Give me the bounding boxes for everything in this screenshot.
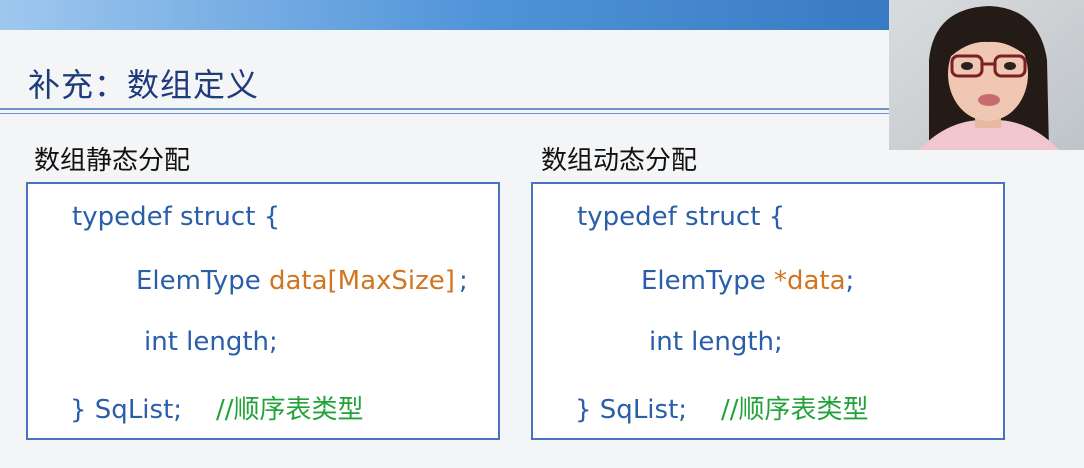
code-line-data-field: ElemType *data; <box>641 266 854 296</box>
static-alloc-label: 数组静态分配 <box>34 146 191 176</box>
code-text: int length; <box>144 327 278 357</box>
code-semicolon: ; <box>845 266 855 296</box>
slide-title: 补充：数组定义 <box>28 66 260 104</box>
code-line-length-field: int length; <box>144 327 278 357</box>
code-comment: //顺序表类型 <box>721 395 869 425</box>
code-text: int length; <box>649 327 783 357</box>
code-text: } SqList; <box>70 395 183 425</box>
code-text: } SqList; <box>575 395 688 425</box>
code-line-typedef: typedef struct { <box>577 202 785 232</box>
code-type: ElemType <box>136 266 269 296</box>
presenter-video-icon <box>889 0 1084 150</box>
code-field-name: *data <box>773 266 846 296</box>
dynamic-alloc-code-box: typedef struct { ElemType *data; int len… <box>531 182 1005 440</box>
title-underline <box>0 108 890 110</box>
code-line-closing: } SqList; //顺序表类型 <box>70 389 364 426</box>
code-line-closing: } SqList; //顺序表类型 <box>575 389 869 426</box>
presenter-webcam <box>889 0 1084 150</box>
code-type: ElemType <box>641 266 774 296</box>
code-text: typedef struct { <box>72 202 281 232</box>
code-line-data-field: ElemType data[MaxSize]; <box>136 266 468 296</box>
title-underline-thin <box>0 113 890 114</box>
code-comment: //顺序表类型 <box>216 395 364 425</box>
code-semicolon: ; <box>458 266 468 296</box>
code-text: typedef struct { <box>577 202 786 232</box>
code-line-typedef: typedef struct { <box>72 202 280 232</box>
code-line-length-field: int length; <box>649 327 783 357</box>
dynamic-alloc-label: 数组动态分配 <box>541 146 698 176</box>
static-alloc-code-box: typedef struct { ElemType data[MaxSize];… <box>26 182 500 440</box>
code-field-name: data[MaxSize] <box>268 266 455 296</box>
